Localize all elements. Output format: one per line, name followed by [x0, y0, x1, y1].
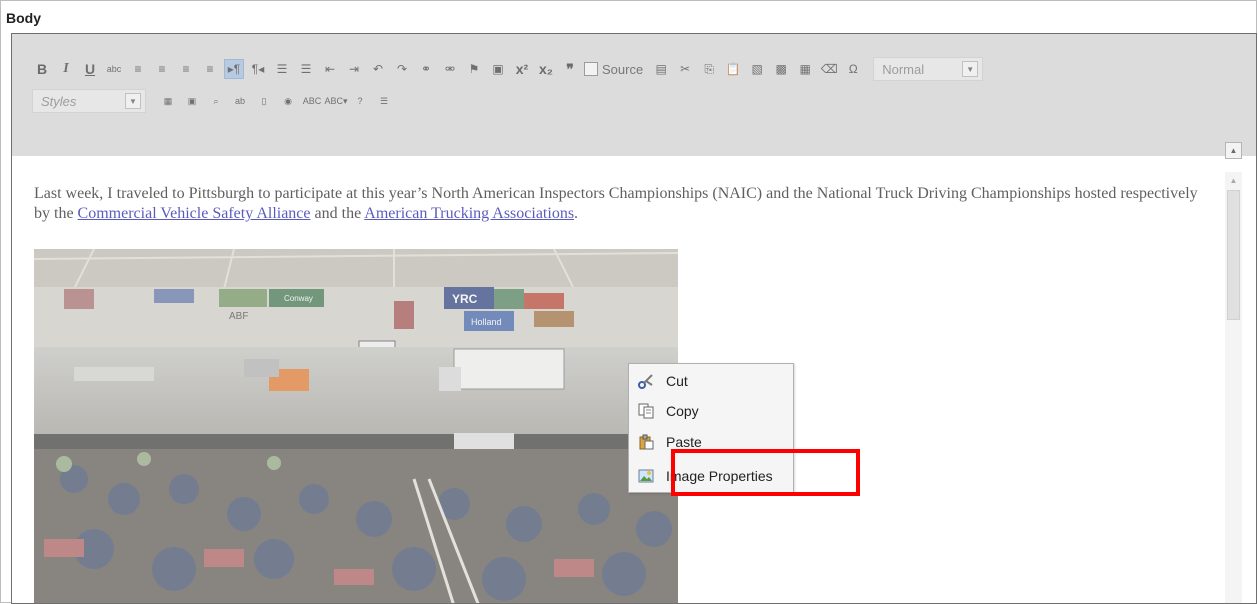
special-char-button[interactable]: Ω: [843, 59, 863, 79]
chevron-down-icon: ▼: [125, 93, 141, 109]
menu-item-cut[interactable]: Cut: [629, 366, 793, 396]
format-select-value: Normal: [882, 61, 925, 77]
underline-button[interactable]: U: [80, 59, 100, 79]
paste-button[interactable]: 📋: [723, 59, 743, 79]
menu-item-label: Cut: [666, 373, 688, 389]
toolbar-row-2: Styles ▼ ▦ ▣ ⌕ ab ▯ ◉ ABC ABC▾? ☰: [32, 88, 398, 114]
scroll-up-arrow-icon[interactable]: ▲: [1225, 142, 1242, 159]
paste-text-button[interactable]: ▧: [747, 59, 767, 79]
image-icon: [638, 468, 654, 484]
spellcheck-button[interactable]: ABC: [302, 91, 322, 111]
paste-icon: [638, 434, 654, 450]
holland-banner: Holland: [471, 317, 502, 327]
chevron-down-icon: ▼: [962, 61, 979, 77]
paragraph-text-end: .: [574, 205, 579, 222]
indent-button[interactable]: ⇥: [344, 59, 364, 79]
select-all-button[interactable]: ▣: [182, 91, 202, 111]
horizontal-rule-button[interactable]: ☰: [374, 91, 394, 111]
conway-banner: Conway: [284, 294, 313, 303]
strikethrough-button[interactable]: abc: [104, 59, 124, 79]
scayt-button[interactable]: ABC▾: [324, 91, 347, 111]
paragraph-text-mid: and the: [310, 205, 365, 222]
editor-toolbar: B I Uabc ≡ ≡ ≡ ≡ ▸¶ ¶◂ ☰ ☰ ⇤ ⇥ ↶ ↷ ⚭ ⚮ ⚑ ▣ x² x₂ ❞ Source ▤ ✂ ⎘ 📋 ▧…: [12, 34, 1256, 156]
field-label: Body: [6, 10, 41, 26]
ltr-button[interactable]: ▸¶: [224, 59, 244, 79]
show-blocks-button[interactable]: ▯: [254, 91, 274, 111]
menu-item-label: Paste: [666, 434, 702, 450]
cvsa-link[interactable]: Commercial Vehicle Safety Alliance: [78, 205, 311, 222]
abf-banner: ABF: [229, 311, 248, 322]
bulleted-list-button[interactable]: ☰: [272, 59, 292, 79]
cut-button[interactable]: ✂: [675, 59, 695, 79]
menu-item-copy[interactable]: Copy: [629, 396, 793, 426]
championship-photo[interactable]: ABF Conway YRC Holland: [34, 249, 678, 603]
photo-image: ABF Conway YRC Holland: [34, 249, 678, 603]
superscript-button[interactable]: x²: [512, 59, 532, 79]
menu-item-label: Copy: [666, 403, 699, 419]
help-button[interactable]: ?: [350, 91, 370, 111]
body-paragraph: Last week, I traveled to Pittsburgh to p…: [34, 184, 1204, 224]
subscript-button[interactable]: x₂: [536, 59, 556, 79]
toolbar-row-1: B I Uabc ≡ ≡ ≡ ≡ ▸¶ ¶◂ ☰ ☰ ⇤ ⇥ ↶ ↷ ⚭ ⚮ ⚑ ▣ x² x₂ ❞ Source ▤ ✂ ⎘ 📋 ▧…: [32, 56, 984, 82]
undo-button[interactable]: ↶: [368, 59, 388, 79]
source-icon: [584, 62, 598, 76]
rtl-button[interactable]: ¶◂: [248, 59, 268, 79]
scrollbar-thumb[interactable]: [1227, 190, 1240, 320]
image-button[interactable]: ▣: [488, 59, 508, 79]
numbered-list-button[interactable]: ☰: [296, 59, 316, 79]
scroll-up-icon[interactable]: ▲: [1225, 172, 1242, 189]
styles-select[interactable]: Styles ▼: [32, 89, 146, 113]
paste-from-image-button[interactable]: ▦: [795, 59, 815, 79]
maximize-button[interactable]: ▤: [651, 59, 671, 79]
justify-button[interactable]: ≡: [200, 59, 220, 79]
align-left-button[interactable]: ≡: [128, 59, 148, 79]
bold-button[interactable]: B: [32, 59, 52, 79]
outdent-button[interactable]: ⇤: [320, 59, 340, 79]
find-button[interactable]: ⌕: [206, 91, 226, 111]
align-center-button[interactable]: ≡: [152, 59, 172, 79]
source-button[interactable]: Source: [584, 62, 643, 77]
iframe-button[interactable]: ◉: [278, 91, 298, 111]
redo-button[interactable]: ↷: [392, 59, 412, 79]
styles-select-value: Styles: [41, 93, 77, 109]
ata-link[interactable]: American Trucking Associations: [364, 205, 574, 222]
copy-icon: [638, 403, 654, 419]
remove-format-button[interactable]: ⌫: [819, 59, 839, 79]
table-button[interactable]: ▦: [158, 91, 178, 111]
paste-word-button[interactable]: ▩: [771, 59, 791, 79]
italic-button[interactable]: I: [56, 59, 76, 79]
copy-button[interactable]: ⎘: [699, 59, 719, 79]
vertical-scrollbar[interactable]: ▲: [1225, 172, 1242, 603]
rich-text-editor: B I Uabc ≡ ≡ ≡ ≡ ▸¶ ¶◂ ☰ ☰ ⇤ ⇥ ↶ ↷ ⚭ ⚮ ⚑ ▣ x² x₂ ❞ Source ▤ ✂ ⎘ 📋 ▧…: [11, 33, 1257, 604]
unlink-button[interactable]: ⚮: [440, 59, 460, 79]
blockquote-button[interactable]: ❞: [560, 59, 580, 79]
replace-button[interactable]: ab: [230, 91, 250, 111]
source-label: Source: [602, 61, 644, 77]
align-right-button[interactable]: ≡: [176, 59, 196, 79]
yrc-banner: YRC: [452, 292, 478, 306]
highlight-box: [671, 449, 860, 496]
link-button[interactable]: ⚭: [416, 59, 436, 79]
scissors-icon: [638, 373, 654, 389]
anchor-button[interactable]: ⚑: [464, 59, 484, 79]
format-select[interactable]: Normal ▼: [873, 57, 984, 81]
